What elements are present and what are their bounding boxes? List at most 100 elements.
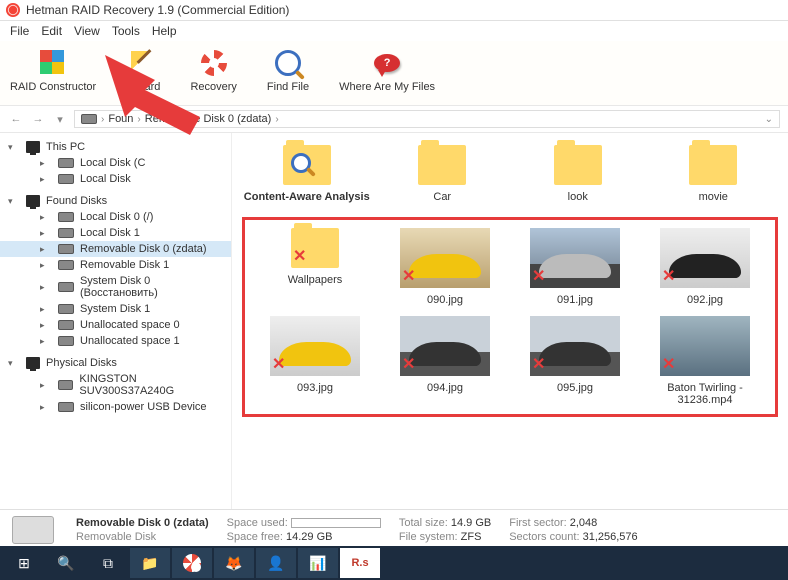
disk-icon — [58, 158, 74, 168]
folder-car[interactable]: Car — [378, 145, 508, 203]
start-button[interactable]: ⊞ — [4, 548, 44, 578]
tree-item-found-5[interactable]: ▸System Disk 1 — [0, 301, 231, 317]
file-092[interactable]: ✕ 092.jpg — [643, 228, 767, 306]
file-explorer-icon[interactable]: 📁 — [130, 548, 170, 578]
app-taskbar-icon[interactable] — [172, 548, 212, 578]
folder-movie[interactable]: movie — [649, 145, 779, 203]
file-label: 090.jpg — [427, 294, 463, 306]
taskbar-app-2[interactable]: 🦊 — [214, 548, 254, 578]
expand-icon[interactable]: ▸ — [40, 402, 52, 413]
disk-icon — [58, 244, 74, 254]
file-093[interactable]: ✕ 093.jpg — [253, 316, 377, 406]
delete-marker-icon: ✕ — [402, 266, 415, 286]
delete-marker-icon: ✕ — [662, 266, 675, 286]
tree-physical-disks[interactable]: ▾ Physical Disks — [0, 355, 231, 371]
space-used-bar — [291, 518, 381, 528]
expand-icon[interactable]: ▸ — [40, 244, 52, 255]
app-icon — [6, 3, 20, 17]
tree-item-local-disk[interactable]: ▸Local Disk — [0, 171, 231, 187]
expand-icon[interactable]: ▸ — [40, 304, 52, 315]
tree-item-found-0[interactable]: ▸Local Disk 0 (/) — [0, 209, 231, 225]
disk-icon — [58, 336, 74, 346]
file-095[interactable]: ✕ 095.jpg — [513, 316, 637, 406]
disk-icon — [58, 304, 74, 314]
disk-icon — [58, 228, 74, 238]
tree-item-found-1[interactable]: ▸Local Disk 1 — [0, 225, 231, 241]
folder-icon — [418, 145, 466, 185]
expand-icon[interactable]: ▸ — [40, 174, 52, 185]
tree-item-found-7[interactable]: ▸Unallocated space 1 — [0, 333, 231, 349]
file-091[interactable]: ✕ 091.jpg — [513, 228, 637, 306]
tree-item-found-3[interactable]: ▸ Removable Disk 1 — [0, 257, 231, 273]
item-label: Removable Disk 1 — [80, 259, 169, 271]
file-video[interactable]: ✕ Baton Twirling - 31236.mp4 — [643, 316, 767, 406]
search-taskbar-icon[interactable]: 🔍 — [46, 548, 86, 578]
nav-back-button[interactable]: ← — [8, 111, 24, 127]
chevron-icon: › — [137, 114, 140, 125]
taskbar-app-4[interactable]: 📊 — [298, 548, 338, 578]
monitor-icon — [26, 357, 40, 369]
where-files-button[interactable]: ? Where Are My Files — [339, 49, 435, 93]
file-094[interactable]: ✕ 094.jpg — [383, 316, 507, 406]
first-sector-label: First sector: — [509, 517, 566, 529]
menu-view[interactable]: View — [74, 24, 100, 38]
folder-analysis[interactable]: Content-Aware Analysis — [242, 145, 372, 203]
disk-icon — [58, 282, 74, 292]
disk-icon — [58, 174, 74, 184]
expand-icon[interactable]: ▸ — [40, 212, 52, 223]
expand-icon[interactable]: ▸ — [40, 260, 52, 271]
delete-marker-icon: ✕ — [293, 246, 306, 266]
nav-forward-button[interactable]: → — [30, 111, 46, 127]
find-file-button[interactable]: Find File — [267, 49, 309, 93]
collapse-icon[interactable]: ▾ — [8, 196, 20, 207]
recovery-button[interactable]: Recovery — [190, 49, 236, 93]
file-label: Baton Twirling - 31236.mp4 — [643, 382, 767, 406]
file-label: 092.jpg — [687, 294, 723, 306]
tree-item-found-4[interactable]: ▸System Disk 0 (Восстановить) — [0, 273, 231, 301]
tree-item-found-2[interactable]: ▸Removable Disk 0 (zdata) — [0, 241, 231, 257]
nav-dropdown-button[interactable]: ▾ — [52, 111, 68, 127]
expand-icon[interactable]: ▸ — [40, 228, 52, 239]
taskbar-app-5[interactable]: R.s — [340, 548, 380, 578]
item-label: Unallocated space 0 — [80, 319, 180, 331]
expand-icon[interactable]: ▸ — [40, 282, 52, 293]
tree-item-local-disk-c[interactable]: ▸Local Disk (C — [0, 155, 231, 171]
tree-this-pc[interactable]: ▾ This PC — [0, 139, 231, 155]
tree-found-disks[interactable]: ▾ Found Disks — [0, 193, 231, 209]
menu-file[interactable]: File — [10, 24, 29, 38]
space-free-value: 14.29 GB — [286, 531, 332, 543]
menu-tools[interactable]: Tools — [112, 24, 140, 38]
monitor-icon — [26, 195, 40, 207]
taskbar-app-3[interactable]: 👤 — [256, 548, 296, 578]
tree-item-physical-0[interactable]: ▸KINGSTON SUV300S37A240G — [0, 371, 231, 399]
raid-constructor-button[interactable]: RAID Constructor — [10, 49, 96, 93]
folder-look[interactable]: look — [513, 145, 643, 203]
tree-item-physical-1[interactable]: ▸silicon-power USB Device — [0, 399, 231, 415]
collapse-icon[interactable]: ▾ — [8, 142, 20, 153]
image-thumb: ✕ — [400, 316, 490, 376]
wizard-button[interactable]: Wizard — [126, 49, 160, 93]
expand-icon[interactable]: ▸ — [40, 380, 52, 391]
question-icon: ? — [373, 49, 401, 77]
collapse-icon[interactable]: ▾ — [8, 358, 20, 369]
expand-icon[interactable]: ▸ — [40, 158, 52, 169]
windows-taskbar: ⊞ 🔍 ⧉ 📁 🦊 👤 📊 R.s — [0, 546, 788, 580]
sectors-count-label: Sectors count: — [509, 531, 579, 543]
file-label: 094.jpg — [427, 382, 463, 394]
menu-help[interactable]: Help — [152, 24, 177, 38]
expand-icon[interactable]: ▸ — [40, 320, 52, 331]
chevron-down-icon[interactable]: ⌄ — [765, 114, 773, 125]
disk-icon — [81, 114, 97, 124]
taskview-icon[interactable]: ⧉ — [88, 548, 128, 578]
folder-label: movie — [699, 191, 728, 203]
disk-icon — [58, 320, 74, 330]
folder-wallpapers[interactable]: ✕ Wallpapers — [253, 228, 377, 306]
breadcrumb[interactable]: › Foun › Removable Disk 0 (zdata) › ⌄ — [74, 110, 780, 128]
space-used-label: Space used: — [227, 517, 288, 529]
tree-item-found-6[interactable]: ▸ Unallocated space 0 — [0, 317, 231, 333]
menu-edit[interactable]: Edit — [41, 24, 62, 38]
expand-icon[interactable]: ▸ — [40, 336, 52, 347]
physical-label: Physical Disks — [46, 357, 117, 369]
delete-marker-icon: ✕ — [532, 354, 545, 374]
file-090[interactable]: ✕ 090.jpg — [383, 228, 507, 306]
